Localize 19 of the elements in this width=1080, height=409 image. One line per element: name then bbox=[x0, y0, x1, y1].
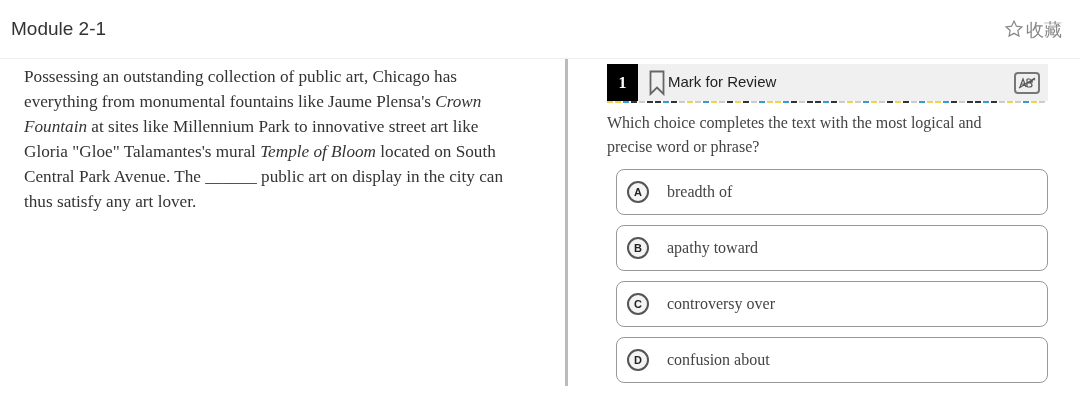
strikethrough-tool-icon[interactable] bbox=[1014, 71, 1040, 94]
passage-text: Possessing an outstanding collection of public art, Chicago has everything from monumental fountains like Jaume Plensa's Crown Fountain at sites like Millennium Park to innovative street art like Gloria "Gloe" Talamantes's mural Temple of Bloom located on South Central Park Avenue. The ______ public art on display in the city can thus satisfy any art lover. bbox=[24, 66, 505, 213]
option-text: confusion about bbox=[667, 350, 770, 370]
option-text: breadth of bbox=[667, 182, 733, 202]
option-text: apathy toward bbox=[667, 238, 759, 259]
option-letter: B bbox=[627, 237, 649, 259]
question-prompt: Which choice completes the text with the most logical and precise word or phrase? bbox=[607, 113, 983, 158]
answer-option[interactable]: B apathy toward bbox=[616, 225, 1048, 271]
option-letter: A bbox=[627, 181, 649, 203]
answer-option[interactable]: A breadth of bbox=[616, 169, 1048, 215]
option-text: controversy over bbox=[667, 294, 775, 315]
question-number: 1 bbox=[607, 64, 638, 101]
module-title: Module 2-1 bbox=[11, 16, 107, 41]
option-letter: C bbox=[627, 293, 649, 315]
option-letter: D bbox=[627, 349, 649, 371]
answer-option[interactable]: C controversy over bbox=[616, 281, 1048, 327]
answer-option[interactable]: D confusion about bbox=[616, 337, 1048, 383]
mark-for-review-button[interactable]: Mark for Review bbox=[649, 69, 777, 96]
favorite-button[interactable]: 收藏 bbox=[1004, 15, 1062, 43]
